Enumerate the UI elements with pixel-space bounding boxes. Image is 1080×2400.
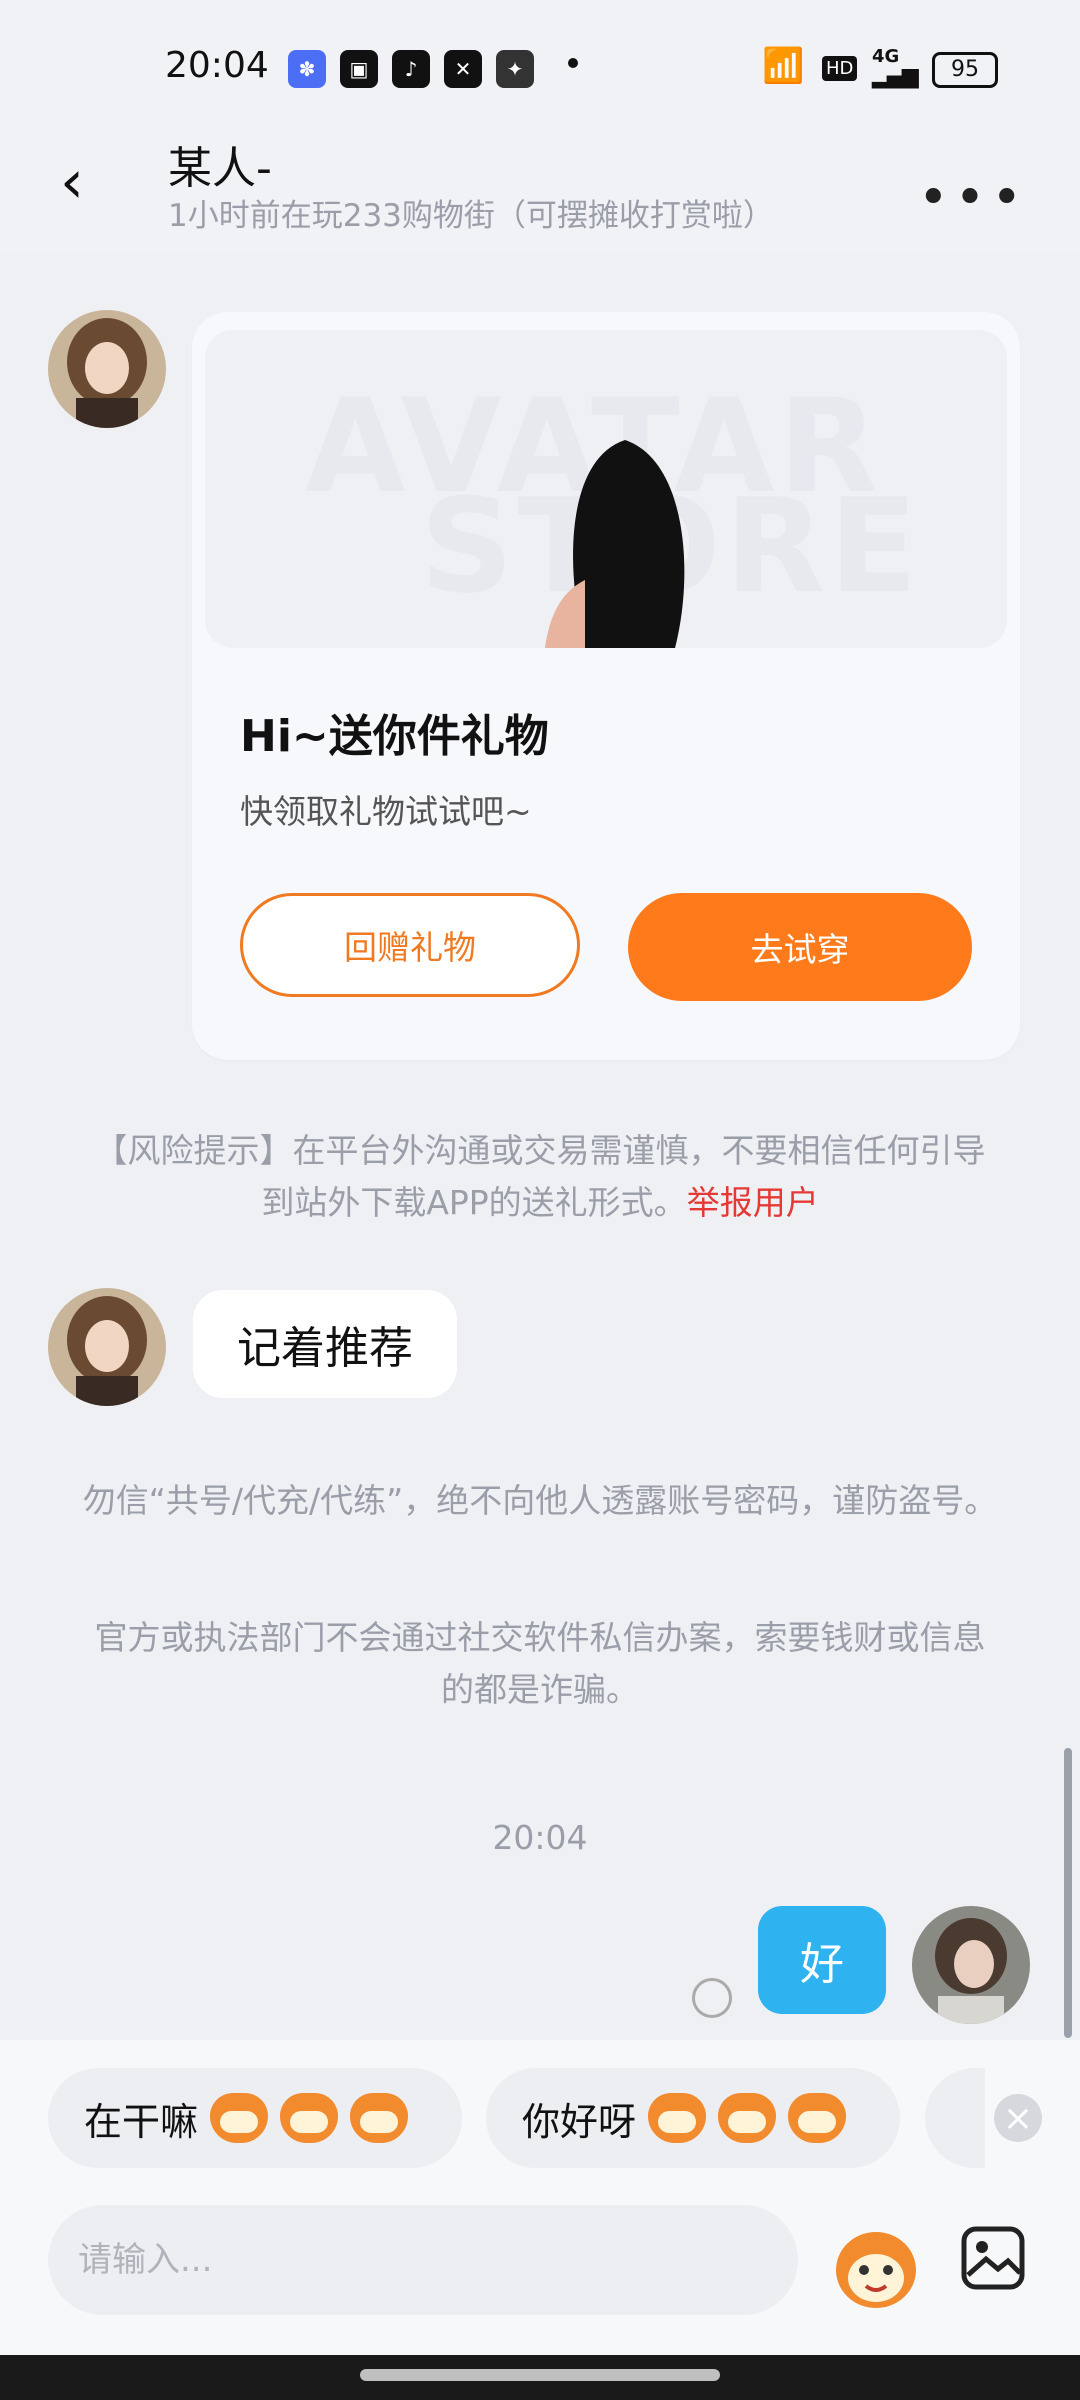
notification-dot-icon <box>568 58 578 68</box>
close-quick-replies-icon[interactable]: × <box>994 2094 1042 2142</box>
wifi-icon: 📶 <box>762 46 805 86</box>
status-bar: 20:04 ✽ ▣ ♪ ✕ ✦ 📶 HD 4G ▂▄▆ 95 <box>0 0 1080 130</box>
more-options-icon[interactable]: ••• <box>918 168 1028 228</box>
monkey-emoji-icon <box>788 2093 847 2143</box>
chat-subtitle: 1小时前在玩233购物街（可摆摊收打赏啦） <box>168 198 774 234</box>
gift-description: 快领取礼物试试吧~ <box>240 792 532 831</box>
tiktok-app-icon: ♪ <box>392 50 430 88</box>
report-user-link[interactable]: 举报用户 <box>687 1183 819 1222</box>
warning-account: 勿信“共号/代充/代练”，绝不向他人透露账号密码，谨防盗号。 <box>82 1481 998 1520</box>
quick-reply-label: 在干嘛 <box>84 2099 199 2144</box>
hd-icon: HD <box>822 56 858 81</box>
gift-banner-image: AVATAR STORE <box>205 330 1007 648</box>
monkey-emoji-icon <box>350 2093 409 2143</box>
gift-title: Hi~送你件礼物 <box>240 711 549 762</box>
video-app-icon: ▣ <box>340 50 378 88</box>
image-picker-icon[interactable] <box>960 2225 1026 2291</box>
chat-scrollbar[interactable] <box>1064 1748 1072 2038</box>
risk-notice-text: 【风险提示】在平台外沟通或交易需谨慎，不要相信任何引导到站外下载APP的送礼形式… <box>94 1131 986 1222</box>
my-avatar[interactable] <box>912 1906 1030 2024</box>
warning-fraud: 官方或执法部门不会通过社交软件私信办案，索要钱财或信息的都是诈骗。 <box>94 1618 986 1709</box>
contact-avatar[interactable] <box>48 1288 166 1406</box>
game-app-icon: ✦ <box>496 50 534 88</box>
message-timestamp: 20:04 <box>492 1818 588 1857</box>
quick-reply-chip[interactable]: 在干嘛 <box>48 2068 462 2168</box>
message-input[interactable] <box>48 2205 798 2315</box>
risk-notice: 【风险提示】在平台外沟通或交易需谨慎，不要相信任何引导到站外下载APP的送礼形式… <box>80 1125 1000 1229</box>
return-gift-button[interactable]: 回赠礼物 <box>240 893 580 997</box>
back-icon[interactable]: ‹ <box>60 152 84 212</box>
monkey-emoji-icon <box>210 2093 269 2143</box>
sending-status-icon <box>692 1978 732 2018</box>
incoming-message-bubble[interactable]: 记着推荐 <box>193 1290 457 1398</box>
home-gesture-handle[interactable] <box>360 2369 720 2381</box>
monkey-emoji-icon <box>280 2093 339 2143</box>
try-on-button[interactable]: 去试穿 <box>628 893 972 1001</box>
chat-title: 某人- <box>168 143 272 194</box>
outgoing-message-bubble[interactable]: 好 <box>758 1906 886 2014</box>
quick-reply-chip[interactable]: 你好呀 <box>486 2068 900 2168</box>
quick-reply-label: 你好呀 <box>522 2099 637 2144</box>
capcut-app-icon: ✕ <box>444 50 482 88</box>
emoji-icon[interactable] <box>832 2222 920 2312</box>
battery-icon: 95 <box>932 52 998 88</box>
monkey-emoji-icon <box>718 2093 777 2143</box>
monkey-emoji-icon <box>648 2093 707 2143</box>
contact-avatar[interactable] <box>48 310 166 428</box>
signal-icon: ▂▄▆ <box>872 64 919 89</box>
baidu-app-icon: ✽ <box>288 50 326 88</box>
status-time: 20:04 <box>165 45 269 86</box>
